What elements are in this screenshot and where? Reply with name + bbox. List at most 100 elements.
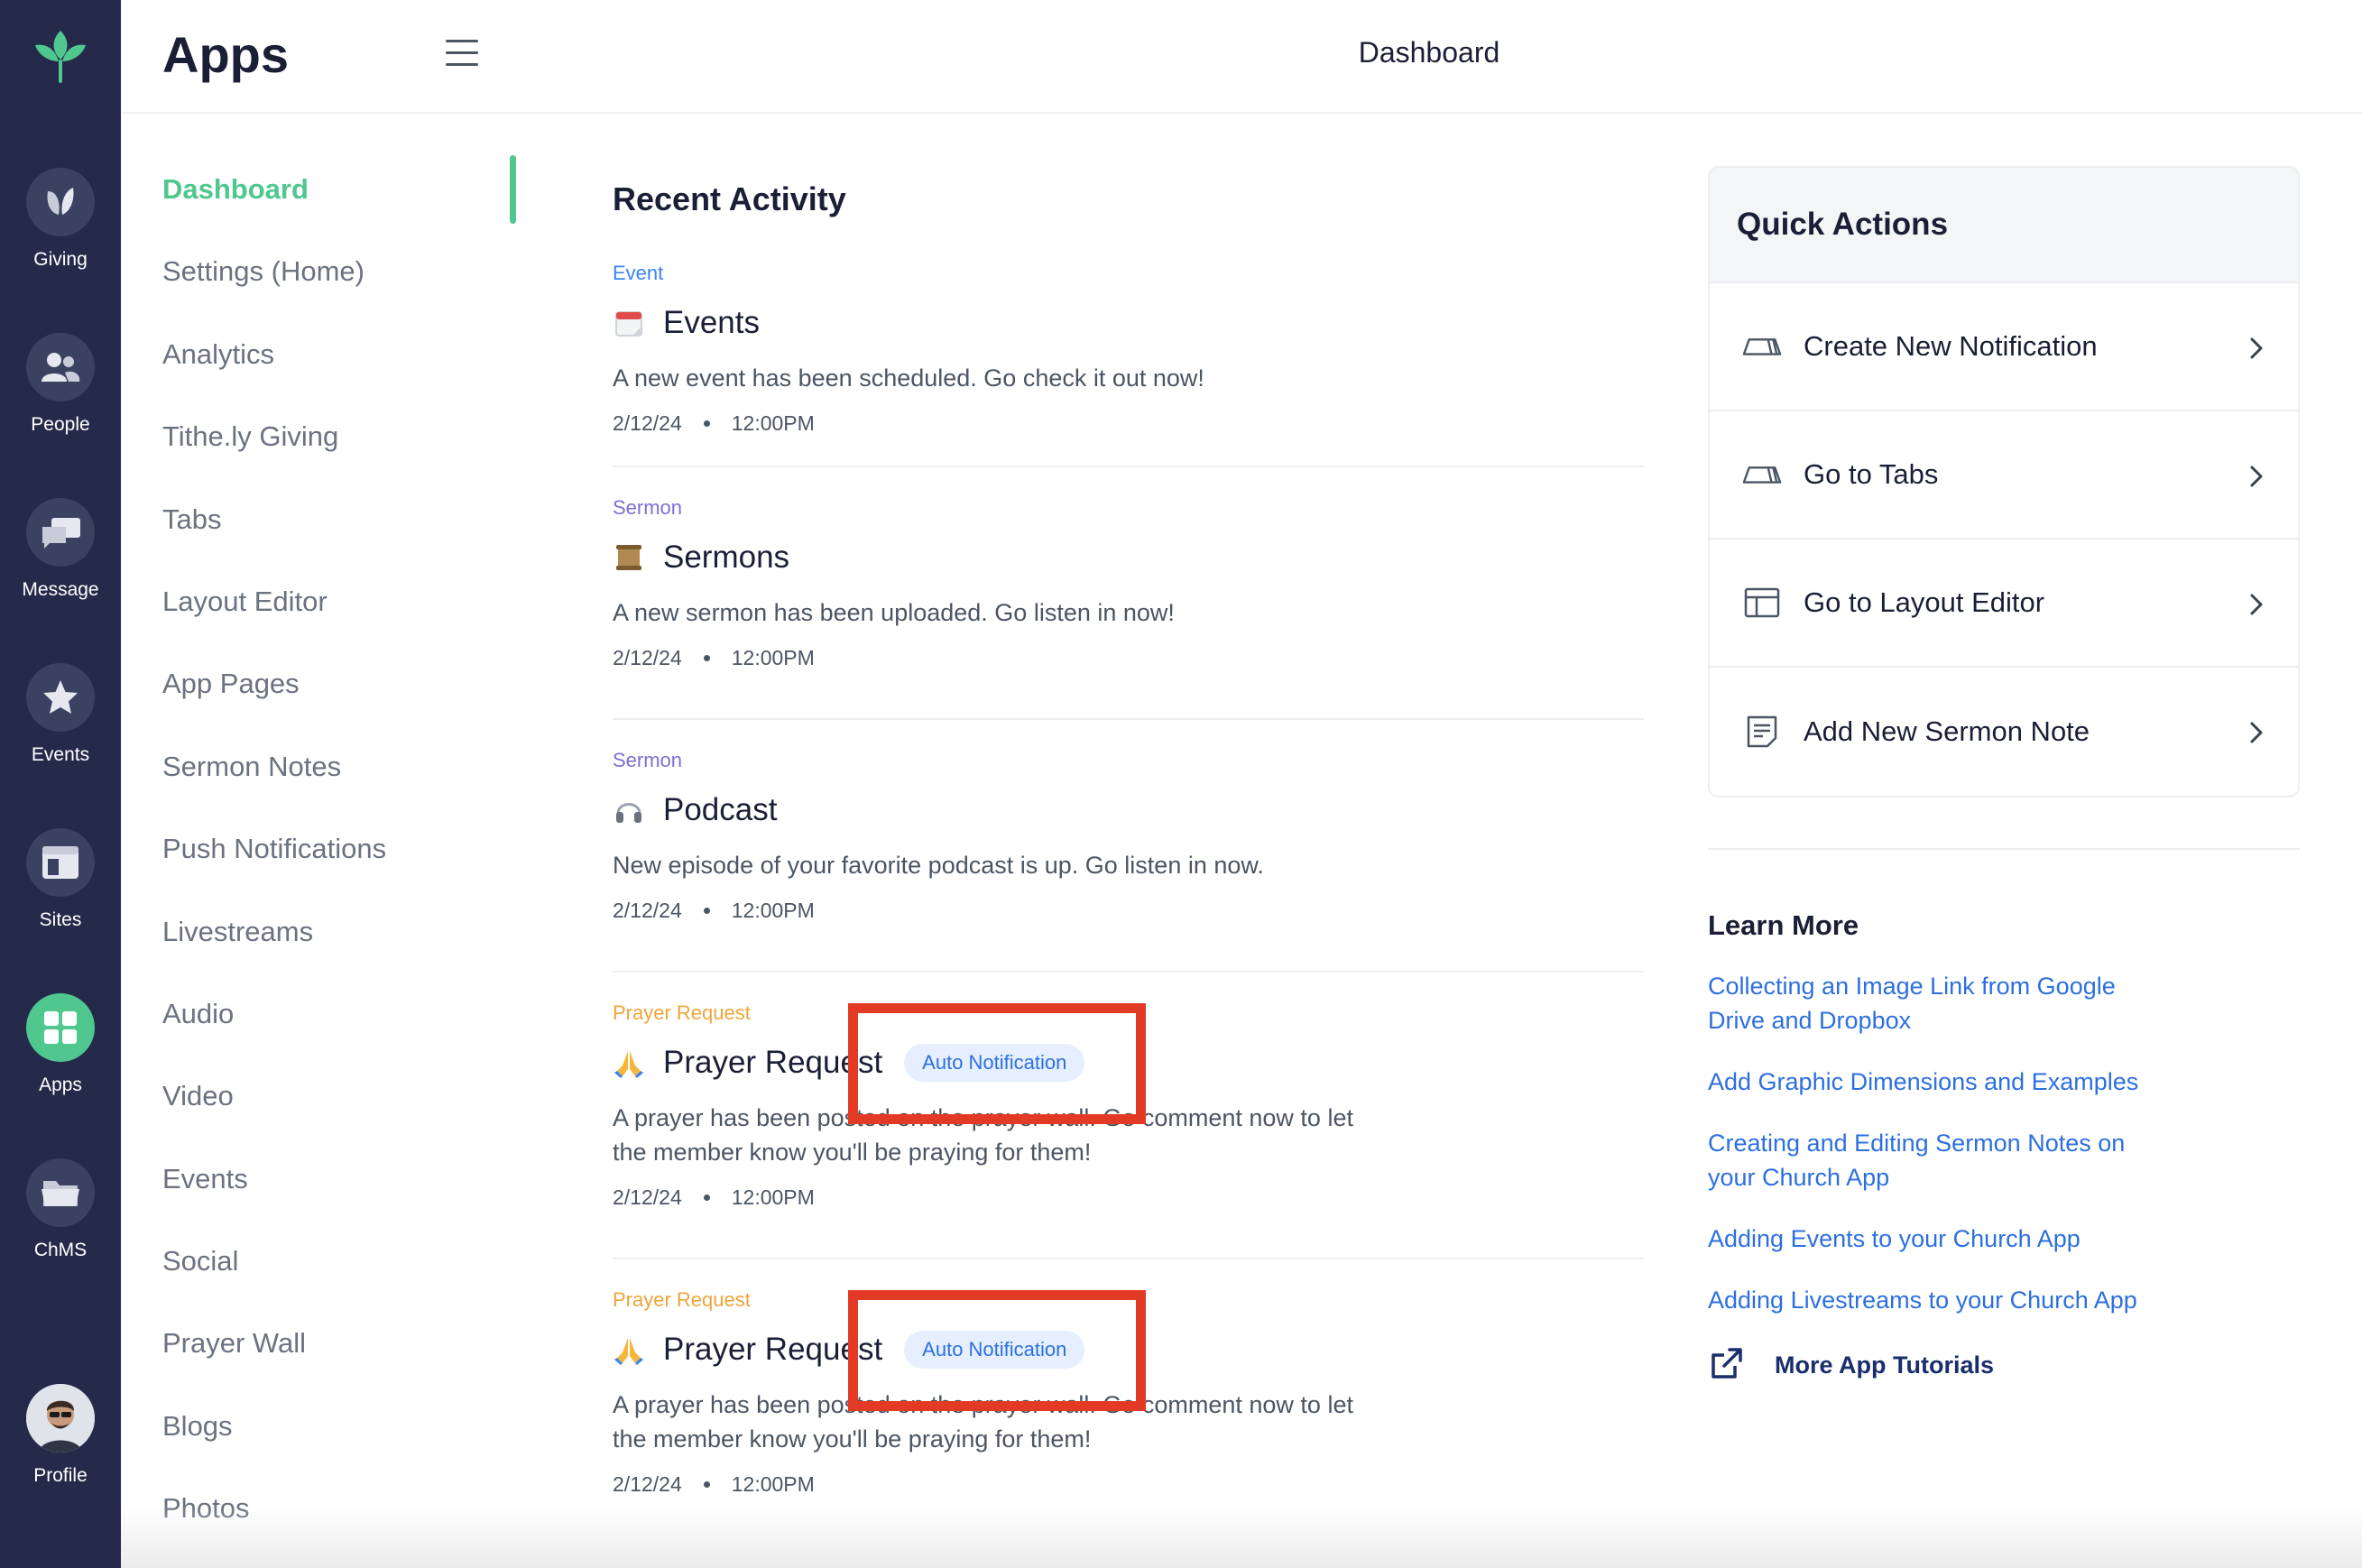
activity-description: A prayer has been posted on the prayer w…	[613, 1391, 1353, 1453]
quick-action-label: Create New Notification	[1804, 330, 2098, 362]
rail-label: Giving	[33, 249, 88, 270]
activity-item[interactable]: Prayer Request Prayer Request Auto Notif…	[613, 1259, 1644, 1530]
page-title: Dashboard	[1358, 36, 1500, 69]
sidebar-item-events[interactable]: Events	[121, 1145, 514, 1227]
rail-item-chms[interactable]: ChMS	[0, 1158, 121, 1285]
rail-item-apps[interactable]: Apps	[0, 993, 121, 1120]
go-to-layout-editor-button[interactable]: Go to Layout Editor	[1710, 540, 2298, 668]
activity-description: A new event has been scheduled. Go check…	[613, 364, 1204, 392]
activity-time: 12:00PM	[731, 646, 815, 669]
rail-label: Apps	[39, 1075, 82, 1095]
top-bar: Dashboard	[514, 0, 2362, 114]
learn-more-section: Learn More Collecting an Image Link from…	[1708, 909, 2303, 1387]
quick-actions-panel: Quick Actions Create New Notification Go…	[1708, 166, 2300, 798]
activity-description: A prayer has been posted on the prayer w…	[613, 1104, 1353, 1166]
people-icon	[26, 333, 95, 401]
sidebar-item-photos[interactable]: Photos	[121, 1474, 514, 1556]
praying-hands-icon	[613, 1333, 645, 1366]
quick-action-label: Go to Tabs	[1804, 458, 1939, 490]
hamburger-menu-icon[interactable]	[446, 40, 478, 69]
sidebar-item-layout-editor[interactable]: Layout Editor	[121, 567, 514, 650]
rail-label: Message	[22, 579, 99, 600]
quick-action-label: Go to Layout Editor	[1804, 586, 2045, 618]
sidebar-item-app-pages[interactable]: App Pages	[121, 650, 514, 732]
sidebar-item-prayer-wall[interactable]: Prayer Wall	[121, 1309, 514, 1391]
tutorial-link[interactable]: Add Graphic Dimensions and Examples	[1708, 1065, 2177, 1099]
rail-item-sites[interactable]: Sites	[0, 828, 121, 955]
rail-label: Events	[31, 744, 90, 765]
activity-name: Sermons	[663, 540, 790, 575]
rail-label: Profile	[33, 1465, 88, 1486]
section-title: Recent Activity	[613, 180, 846, 217]
add-new-sermon-note-button[interactable]: Add New Sermon Note	[1710, 668, 2298, 796]
activity-item[interactable]: Sermon Sermons A new sermon has been upl…	[613, 467, 1644, 720]
sidebar-header: Apps	[121, 0, 514, 114]
leaf-icon	[26, 168, 95, 236]
star-icon	[26, 663, 95, 732]
rail-item-people[interactable]: People	[0, 333, 121, 459]
sidebar-item-tithely-giving[interactable]: Tithe.ly Giving	[121, 402, 514, 484]
sidebar-item-livestreams[interactable]: Livestreams	[121, 898, 514, 980]
activity-date: 2/12/24	[613, 646, 682, 669]
go-to-tabs-button[interactable]: Go to Tabs	[1710, 411, 2298, 540]
sidebar-item-social[interactable]: Social	[121, 1227, 514, 1309]
activity-timestamp: 2/12/24 12:00PM	[613, 899, 1644, 923]
sidebar-item-video[interactable]: Video	[121, 1062, 514, 1144]
activity-tag: Prayer Request	[613, 1001, 751, 1024]
activity-timestamp: 2/12/24 12:00PM	[613, 646, 1644, 670]
tithely-logo-icon[interactable]	[24, 20, 97, 92]
activity-item[interactable]: Sermon Podcast New episode of your favor…	[613, 720, 1644, 973]
more-app-tutorials-link[interactable]: More App Tutorials	[1708, 1344, 2303, 1387]
megaphone-icon	[1742, 330, 1782, 363]
note-icon	[1742, 715, 1782, 748]
quick-actions-header: Quick Actions	[1710, 168, 2298, 283]
more-app-tutorials-label: More App Tutorials	[1775, 1351, 1994, 1379]
folder-icon	[26, 1158, 95, 1227]
tutorial-link[interactable]: Creating and Editing Sermon Notes on you…	[1708, 1126, 2177, 1194]
activity-description: New episode of your favorite podcast is …	[613, 852, 1264, 879]
rail-label: Sites	[39, 909, 82, 930]
tutorial-link[interactable]: Adding Events to your Church App	[1708, 1222, 2177, 1256]
activity-item[interactable]: Event Events A new event has been schedu…	[613, 254, 1644, 467]
tutorial-link[interactable]: Adding Livestreams to your Church App	[1708, 1283, 2177, 1317]
sidebar-item-audio[interactable]: Audio	[121, 980, 514, 1062]
apps-sidebar: Apps Dashboard Settings (Home) Analytics…	[121, 0, 516, 1568]
create-new-notification-button[interactable]: Create New Notification	[1710, 283, 2298, 411]
activity-tag: Sermon	[613, 749, 683, 771]
sidebar-item-push-notifications[interactable]: Push Notifications	[121, 815, 514, 897]
activity-timestamp: 2/12/24 12:00PM	[613, 1472, 1644, 1497]
external-link-icon	[1708, 1344, 1746, 1387]
activity-tag: Sermon	[613, 496, 683, 519]
activity-date: 2/12/24	[613, 899, 682, 922]
rail-item-message[interactable]: Message	[0, 498, 121, 624]
sidebar-title: Apps	[162, 26, 289, 83]
activity-timestamp: 2/12/24 12:00PM	[613, 1185, 1644, 1210]
activity-name: Podcast	[663, 792, 778, 827]
activity-tag: Event	[613, 262, 664, 284]
activity-time: 12:00PM	[731, 899, 815, 922]
chevron-right-icon	[2244, 718, 2269, 747]
quick-actions-title: Quick Actions	[1737, 207, 1949, 242]
sidebar-item-settings-home[interactable]: Settings (Home)	[121, 237, 514, 319]
learn-more-title: Learn More	[1708, 909, 1859, 941]
megaphone-icon	[1742, 458, 1782, 491]
activity-date: 2/12/24	[613, 1472, 682, 1496]
auto-notification-badge[interactable]: Auto Notification	[904, 1044, 1085, 1082]
sidebar-item-blogs[interactable]: Blogs	[121, 1392, 514, 1474]
rail-item-events[interactable]: Events	[0, 663, 121, 789]
sidebar-item-analytics[interactable]: Analytics	[121, 320, 514, 402]
activity-time: 12:00PM	[731, 411, 815, 435]
activity-item[interactable]: Prayer Request Prayer Request Auto Notif…	[613, 973, 1644, 1259]
auto-notification-badge[interactable]: Auto Notification	[904, 1331, 1085, 1369]
chevron-right-icon	[2244, 590, 2269, 619]
apps-grid-icon	[26, 993, 95, 1062]
rail-item-giving[interactable]: Giving	[0, 168, 121, 294]
sidebar-item-tabs[interactable]: Tabs	[121, 485, 514, 567]
layout-icon	[1742, 586, 1782, 619]
activity-date: 2/12/24	[613, 1185, 682, 1209]
sidebar-item-dashboard[interactable]: Dashboard	[121, 155, 516, 237]
browser-icon	[26, 828, 95, 897]
tutorial-link[interactable]: Collecting an Image Link from Google Dri…	[1708, 969, 2177, 1038]
rail-item-profile[interactable]: Profile	[0, 1384, 121, 1510]
sidebar-item-sermon-notes[interactable]: Sermon Notes	[121, 733, 514, 815]
